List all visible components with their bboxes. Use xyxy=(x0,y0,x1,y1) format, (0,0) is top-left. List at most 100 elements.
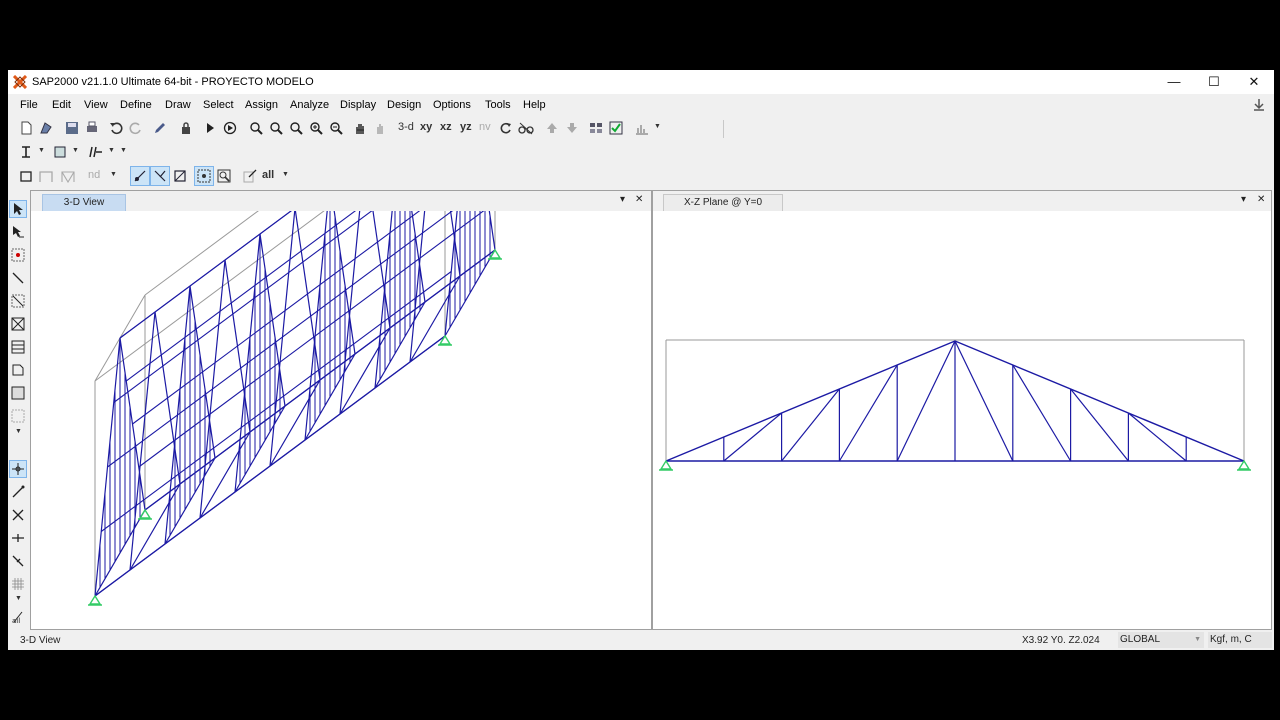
reshape-tool-icon[interactable] xyxy=(9,223,27,241)
menu-options[interactable]: Options xyxy=(433,99,471,111)
view-yz-button[interactable]: yz xyxy=(460,121,472,133)
menu-draw[interactable]: Draw xyxy=(165,99,191,111)
draw-rect-area-icon[interactable] xyxy=(9,384,27,402)
close-button[interactable]: ✕ xyxy=(1234,70,1274,94)
snap-cross-icon[interactable] xyxy=(9,506,27,524)
chart-dropdown-caret[interactable]: ▼ xyxy=(654,123,661,130)
truss-top-chord-left[interactable] xyxy=(339,211,365,415)
draw-frame-region-icon[interactable] xyxy=(9,292,27,310)
menu-view[interactable]: View xyxy=(84,99,108,111)
pencil-icon[interactable] xyxy=(150,118,170,138)
truss-top-chord-right[interactable] xyxy=(294,211,321,381)
menu-select[interactable]: Select xyxy=(203,99,234,111)
snap-endpoint-icon[interactable] xyxy=(9,483,27,501)
move-up-icon[interactable] xyxy=(542,118,562,138)
truss-diagonal-member[interactable] xyxy=(1012,364,1072,462)
rotate-3d-icon[interactable] xyxy=(496,118,516,138)
zoom-restore-icon[interactable] xyxy=(266,118,286,138)
truss-top-chord-right[interactable] xyxy=(954,340,1245,462)
right-pin-support-icon[interactable] xyxy=(1237,459,1251,471)
draw-joint-icon[interactable] xyxy=(9,246,27,264)
animate-icon[interactable] xyxy=(220,118,240,138)
menu-define[interactable]: Define xyxy=(120,99,152,111)
zoom-in-icon[interactable] xyxy=(306,118,326,138)
truss-diagonal-member[interactable] xyxy=(838,364,898,462)
menu-assign[interactable]: Assign xyxy=(245,99,278,111)
select-all-button[interactable]: all xyxy=(262,169,274,181)
select-intersect-icon[interactable] xyxy=(214,166,234,186)
open-model-icon[interactable] xyxy=(36,118,56,138)
truss-diagonal-member[interactable] xyxy=(781,388,840,462)
snap-perpendicular-icon[interactable] xyxy=(170,166,190,186)
menu-display[interactable]: Display xyxy=(340,99,376,111)
draw-beam-icon[interactable] xyxy=(36,166,56,186)
menu-edit[interactable]: Edit xyxy=(52,99,71,111)
pane-3d-close-icon[interactable]: ✕ xyxy=(635,194,643,205)
snap-tool-icon[interactable] xyxy=(9,460,27,478)
pan-icon[interactable] xyxy=(350,118,370,138)
chart-icon[interactable] xyxy=(632,118,652,138)
truss-top-chord-left[interactable] xyxy=(665,340,956,462)
draw-poly-area-icon[interactable] xyxy=(9,361,27,379)
menu-file[interactable]: File xyxy=(20,99,38,111)
select-pointer-icon[interactable] xyxy=(240,166,260,186)
menu-design[interactable]: Design xyxy=(387,99,421,111)
undo-icon[interactable] xyxy=(106,118,126,138)
nd-caret[interactable]: ▼ xyxy=(110,171,117,178)
view-xz-button[interactable]: xz xyxy=(440,121,452,133)
3d-view-canvas[interactable] xyxy=(31,211,651,629)
pane-xz-close-icon[interactable]: ✕ xyxy=(1257,194,1265,205)
menu-tools[interactable]: Tools xyxy=(485,99,511,111)
pointer-tool-icon[interactable] xyxy=(9,200,27,218)
nd-label[interactable]: nd xyxy=(88,169,100,181)
menu-analyze[interactable]: Analyze xyxy=(290,99,329,111)
area-tools-caret[interactable]: ▼ xyxy=(15,428,22,435)
draw-line-icon[interactable] xyxy=(9,269,27,287)
area-section-icon[interactable] xyxy=(50,142,70,162)
truss-top-chord-right[interactable] xyxy=(470,211,496,251)
tab-xz-plane[interactable]: X-Z Plane @ Y=0 xyxy=(663,194,783,211)
select-window-icon[interactable] xyxy=(194,166,214,186)
zoom-window-icon[interactable] xyxy=(246,118,266,138)
truss-diagonal-member[interactable] xyxy=(723,412,782,462)
lock-icon[interactable] xyxy=(176,118,196,138)
pane-xz-dropdown-icon[interactable]: ▾ xyxy=(1241,194,1246,205)
save-icon[interactable] xyxy=(62,118,82,138)
redo-icon[interactable] xyxy=(126,118,146,138)
zoom-out-icon[interactable] xyxy=(326,118,346,138)
coord-system-dropdown[interactable]: GLOBAL ▼ xyxy=(1118,632,1204,648)
draw-brace-icon[interactable] xyxy=(9,315,27,333)
link-more-caret[interactable]: ▼ xyxy=(120,147,127,154)
view-nv-button[interactable]: nv xyxy=(479,121,491,133)
snap-midpoint-icon[interactable] xyxy=(9,529,27,547)
truss-diagonal-member[interactable] xyxy=(1128,412,1187,462)
draw-truss-icon[interactable] xyxy=(58,166,78,186)
minimize-button[interactable]: — xyxy=(1154,70,1194,94)
support-icon[interactable] xyxy=(438,334,452,346)
link-section-caret[interactable]: ▼ xyxy=(108,147,115,154)
truss-diagonal-member[interactable] xyxy=(1070,388,1129,462)
move-down-icon[interactable] xyxy=(562,118,582,138)
perspective-toggle-icon[interactable] xyxy=(516,118,536,138)
draw-frame-icon[interactable] xyxy=(16,166,36,186)
menu-help[interactable]: Help xyxy=(523,99,546,111)
snap-tools-caret[interactable]: ▼ xyxy=(15,595,22,602)
rotate-view-icon[interactable] xyxy=(370,118,390,138)
zoom-full-icon[interactable] xyxy=(286,118,306,138)
purlin-member[interactable] xyxy=(113,211,464,403)
select-all-caret[interactable]: ▼ xyxy=(282,171,289,178)
draw-quick-area-icon[interactable] xyxy=(9,407,27,425)
frame-section-caret[interactable]: ▼ xyxy=(38,147,45,154)
view-xy-button[interactable]: xy xyxy=(420,121,432,133)
area-section-caret[interactable]: ▼ xyxy=(72,147,79,154)
link-section-icon[interactable] xyxy=(86,142,106,162)
frame-section-icon[interactable] xyxy=(16,142,36,162)
left-pin-support-icon[interactable] xyxy=(659,459,673,471)
maximize-button[interactable]: ☐ xyxy=(1194,70,1234,94)
pane-3d-dropdown-icon[interactable]: ▾ xyxy=(620,194,625,205)
check-model-icon[interactable] xyxy=(606,118,626,138)
print-icon[interactable] xyxy=(82,118,102,138)
snap-perpendicular-tool-icon[interactable] xyxy=(9,552,27,570)
truss-diagonal-member[interactable] xyxy=(954,340,1014,462)
snap-all-icon[interactable]: all xyxy=(9,608,27,626)
